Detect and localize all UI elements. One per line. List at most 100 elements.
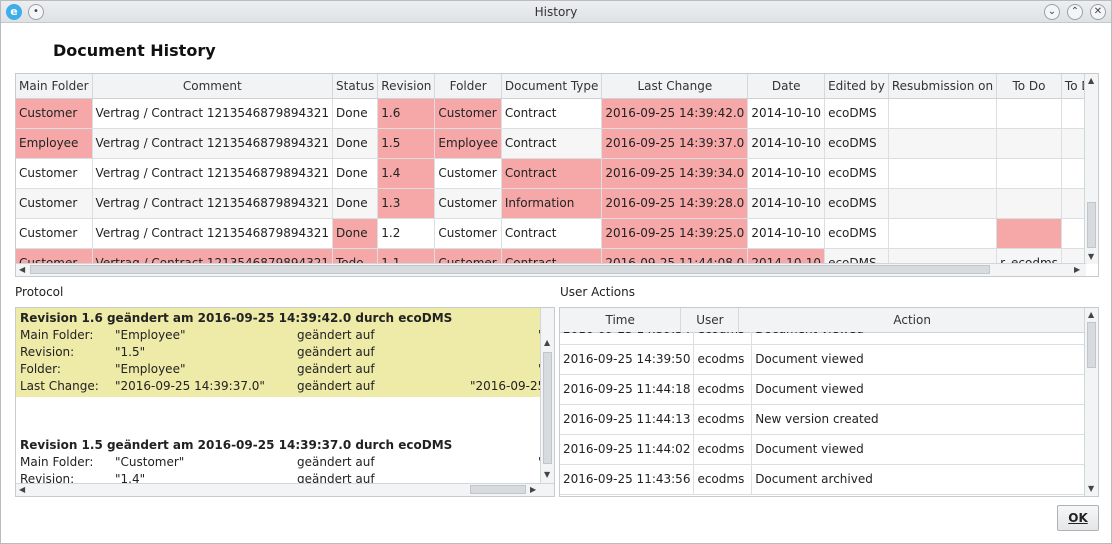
table-cell[interactable]: [888, 98, 998, 129]
table-cell[interactable]: Customer: [16, 188, 93, 219]
table-cell[interactable]: Customer: [16, 98, 93, 129]
scroll-left-icon[interactable]: ◀: [19, 265, 25, 275]
column-header[interactable]: Folder: [434, 74, 502, 99]
table-cell[interactable]: 2016-09-25 14:39:42.0: [601, 98, 749, 129]
scroll-thumb[interactable]: [1087, 322, 1096, 368]
history-table[interactable]: Main Folder Comment Status Revision Folder Do…: [15, 73, 1099, 277]
table-cell[interactable]: Vertrag / Contract 1213546879894321: [92, 128, 334, 159]
protocol-horizontal-scrollbar[interactable]: ◀ ▶: [16, 483, 554, 496]
table-cell[interactable]: Document archived: [751, 464, 1086, 495]
table-cell[interactable]: [1061, 248, 1086, 264]
table-cell[interactable]: [996, 158, 1062, 189]
table-cell[interactable]: 1.6: [377, 98, 436, 129]
column-header[interactable]: Last Change: [601, 74, 749, 99]
scroll-left-icon[interactable]: ◀: [19, 485, 25, 495]
table-cell[interactable]: 1.3: [377, 188, 436, 219]
table-cell[interactable]: [996, 218, 1062, 249]
minimize-icon[interactable]: ⌄: [1044, 4, 1060, 20]
table-cell[interactable]: Vertrag / Contract 1213546879894321: [92, 248, 334, 264]
protocol-panel[interactable]: Revision 1.6 geändert am 2016-09-25 14:3…: [15, 307, 555, 497]
table-cell[interactable]: 2016-09-25 11:44:02: [560, 434, 695, 465]
scroll-down-icon[interactable]: ▼: [1088, 252, 1094, 262]
table-cell[interactable]: 2016-09-25 11:44:13: [560, 404, 695, 435]
table-cell[interactable]: 1.5: [377, 128, 436, 159]
table-cell[interactable]: Document viewed: [751, 434, 1086, 465]
table-cell[interactable]: 2016-09-25 11:43:56: [560, 464, 695, 495]
table-row[interactable]: 2016-09-25 11:44:02 ecodms Document viewed: [560, 434, 1086, 465]
column-header[interactable]: Status: [332, 74, 379, 99]
table-row[interactable]: Customer Vertrag / Contract 1213546879894…: [16, 98, 1086, 129]
table-cell[interactable]: [1061, 218, 1086, 249]
table-row[interactable]: Customer Vertrag / Contract 1213546879894…: [16, 248, 1086, 264]
table-cell[interactable]: Contract: [501, 218, 603, 249]
table-row[interactable]: 2016-09-25 11:43:56 ecodms Document archiv…: [560, 464, 1086, 495]
table-cell[interactable]: [888, 248, 998, 264]
table-cell[interactable]: 2014-10-10: [747, 128, 826, 159]
table-row[interactable]: Customer Vertrag / Contract 1213546879894…: [16, 158, 1086, 189]
table-cell[interactable]: ecoDMS: [824, 158, 889, 189]
table-cell[interactable]: 2016-09-25 11:44:18: [560, 374, 695, 405]
scroll-down-icon[interactable]: ▼: [544, 470, 550, 480]
column-header[interactable]: To Do: [996, 74, 1062, 99]
table-cell[interactable]: 2016-09-25 11:44:08.0: [601, 248, 749, 264]
table-cell[interactable]: Contract: [501, 158, 603, 189]
column-header[interactable]: Resubmission on: [888, 74, 998, 99]
table-cell[interactable]: Done: [332, 128, 379, 159]
table-cell[interactable]: 2014-10-10: [747, 188, 826, 219]
table-row[interactable]: 2016-09-25 11:44:18 ecodms Document viewed: [560, 374, 1086, 405]
table-row[interactable]: 2016-09-25 14:39:54ecodmsDocument viewed: [560, 332, 1086, 345]
history-horizontal-scrollbar[interactable]: ◀ ▶: [16, 263, 1086, 276]
table-row[interactable]: 2016-09-25 11:44:13 ecodms New version cre…: [560, 404, 1086, 435]
table-cell[interactable]: [996, 128, 1062, 159]
table-cell[interactable]: 2016-09-25 14:39:37.0: [601, 128, 749, 159]
scroll-thumb[interactable]: [470, 485, 526, 494]
history-vertical-scrollbar[interactable]: ▲ ▼: [1084, 74, 1098, 264]
scroll-down-icon[interactable]: ▼: [1088, 484, 1094, 494]
table-cell[interactable]: 2014-10-10: [747, 158, 826, 189]
table-cell[interactable]: [888, 158, 998, 189]
column-header[interactable]: Revision: [377, 74, 436, 99]
scroll-up-icon[interactable]: ▲: [544, 338, 550, 348]
table-cell[interactable]: Contract: [501, 128, 603, 159]
column-header[interactable]: Main Folder: [16, 74, 93, 99]
table-cell[interactable]: ecodms: [693, 332, 753, 345]
column-header[interactable]: Edited by: [824, 74, 889, 99]
column-header[interactable]: To Display: [1061, 74, 1086, 99]
table-cell[interactable]: Done: [332, 98, 379, 129]
table-cell[interactable]: [1061, 128, 1086, 159]
table-cell[interactable]: ecodms: [693, 464, 753, 495]
table-row[interactable]: Customer Vertrag / Contract 1213546879894…: [16, 218, 1086, 249]
table-cell[interactable]: Vertrag / Contract 1213546879894321: [92, 158, 334, 189]
table-cell[interactable]: Customer: [434, 248, 502, 264]
protocol-vertical-scrollbar[interactable]: ▲ ▼: [540, 308, 554, 484]
scroll-up-icon[interactable]: ▲: [1088, 310, 1094, 320]
table-cell[interactable]: 1.1: [377, 248, 436, 264]
table-cell[interactable]: 1.2: [377, 218, 436, 249]
table-cell[interactable]: Todo: [332, 248, 379, 264]
table-cell[interactable]: Document viewed: [751, 344, 1086, 375]
table-cell[interactable]: Done: [332, 188, 379, 219]
scroll-thumb[interactable]: [1087, 202, 1096, 248]
table-cell[interactable]: Employee: [434, 128, 502, 159]
table-cell[interactable]: 2014-10-10: [747, 218, 826, 249]
table-cell[interactable]: Document viewed: [751, 374, 1086, 405]
table-cell[interactable]: Done: [332, 218, 379, 249]
scroll-up-icon[interactable]: ▲: [1088, 76, 1094, 86]
table-cell[interactable]: ecoDMS: [824, 248, 889, 264]
scroll-thumb[interactable]: [30, 265, 990, 274]
table-cell[interactable]: New version created: [751, 404, 1086, 435]
table-cell[interactable]: [1061, 188, 1086, 219]
scroll-right-icon[interactable]: ▶: [530, 485, 536, 495]
table-cell[interactable]: Vertrag / Contract 1213546879894321: [92, 98, 334, 129]
table-cell[interactable]: ecoDMS: [824, 188, 889, 219]
table-cell[interactable]: Employee: [16, 128, 93, 159]
column-header[interactable]: Comment: [92, 74, 334, 99]
table-cell[interactable]: Information: [501, 188, 603, 219]
table-cell[interactable]: Document viewed: [751, 332, 1086, 345]
table-cell[interactable]: r_ecodms: [996, 248, 1062, 264]
table-cell[interactable]: [996, 98, 1062, 129]
table-cell[interactable]: Vertrag / Contract 1213546879894321: [92, 188, 334, 219]
table-cell[interactable]: 2016-09-25 14:39:50: [560, 344, 695, 375]
table-cell[interactable]: Customer: [434, 158, 502, 189]
table-cell[interactable]: Customer: [16, 158, 93, 189]
